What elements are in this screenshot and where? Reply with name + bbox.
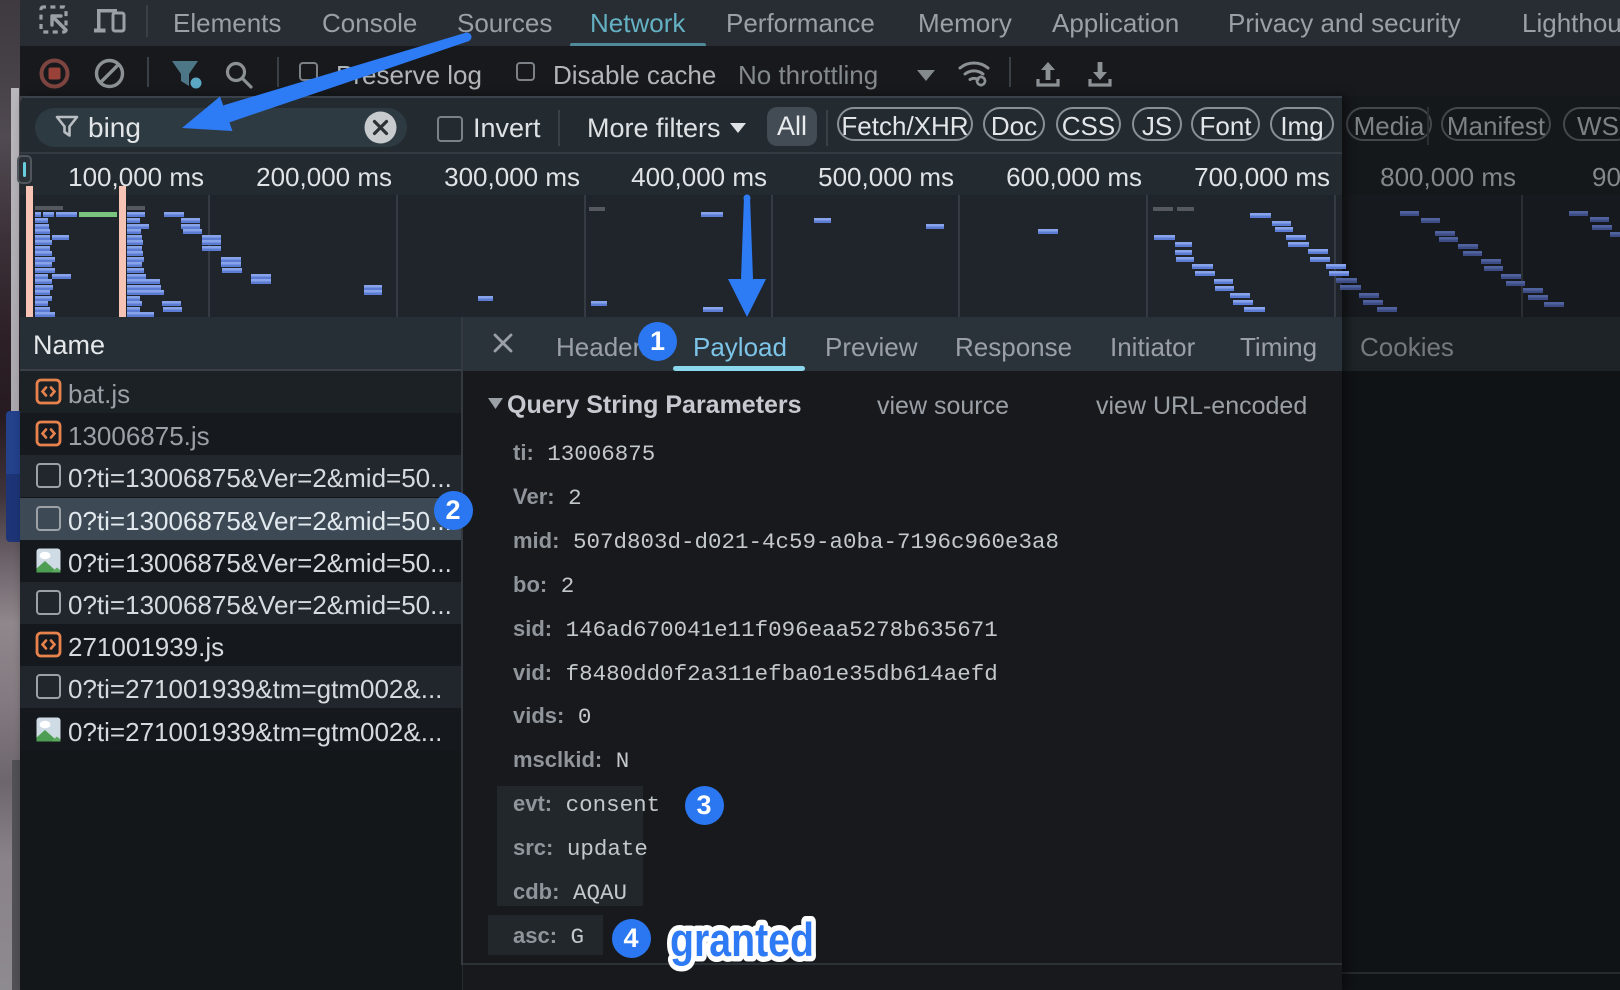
svg-text:granted: granted — [670, 913, 814, 966]
